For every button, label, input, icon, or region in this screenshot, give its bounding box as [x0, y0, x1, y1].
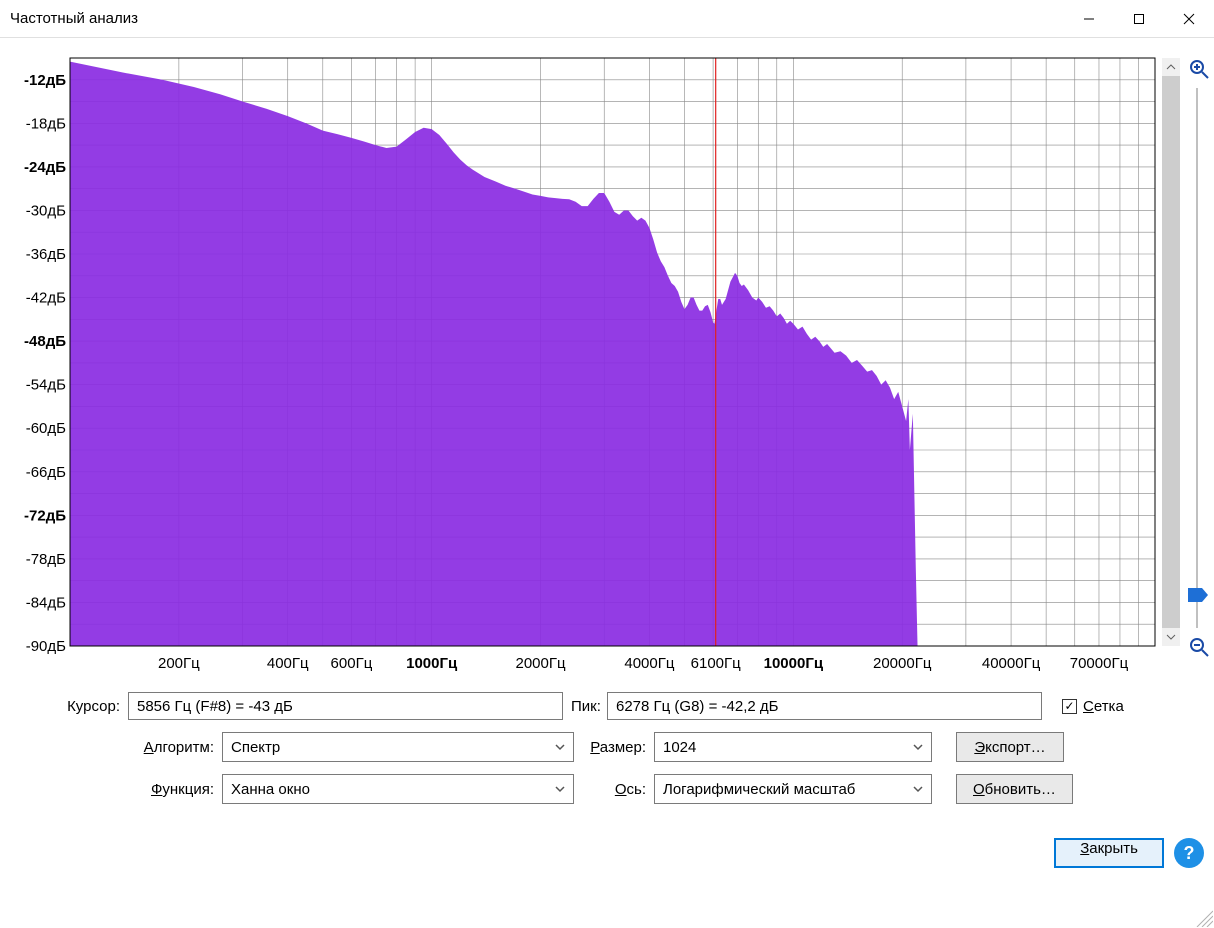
function-select[interactable]: Ханна окно [222, 774, 574, 804]
chevron-down-icon [911, 782, 925, 796]
chevron-down-icon [553, 740, 567, 754]
algorithm-row: Алгоритм: Спектр Размер: 1024 Экспорт… [10, 732, 1204, 762]
svg-text:-42дБ: -42дБ [26, 290, 66, 307]
peak-readout: 6278 Гц (G8) = -42,2 дБ [607, 692, 1042, 720]
svg-text:-72дБ: -72дБ [24, 507, 66, 524]
svg-text:6100Гц: 6100Гц [691, 655, 741, 672]
svg-text:-66дБ: -66дБ [26, 464, 66, 481]
dialog-buttons: Закрыть ? [10, 834, 1204, 872]
resize-grip-icon[interactable] [1193, 907, 1213, 927]
svg-text:-36дБ: -36дБ [26, 246, 66, 263]
export-button[interactable]: Экспорт… [956, 732, 1064, 762]
svg-text:-18дБ: -18дБ [26, 115, 66, 132]
axis-value: Логарифмический масштаб [663, 781, 855, 798]
svg-text:2000Гц: 2000Гц [515, 655, 565, 672]
svg-text:10000Гц: 10000Гц [764, 655, 824, 672]
algorithm-label: Алгоритм: [10, 739, 222, 756]
zoom-slider[interactable] [1186, 58, 1210, 658]
svg-text:4000Гц: 4000Гц [624, 655, 674, 672]
help-button[interactable]: ? [1174, 838, 1204, 868]
close-button[interactable]: Закрыть [1054, 838, 1164, 868]
chevron-down-icon [911, 740, 925, 754]
chevron-down-icon [553, 782, 567, 796]
refresh-button[interactable]: Обновить… [956, 774, 1073, 804]
peak-label: Пик: [563, 698, 607, 715]
window-title: Частотный анализ [10, 10, 138, 27]
axis-select[interactable]: Логарифмический масштаб [654, 774, 932, 804]
svg-text:-12дБ: -12дБ [24, 72, 66, 89]
minimize-button[interactable] [1064, 0, 1114, 38]
svg-text:-48дБ: -48дБ [24, 333, 66, 350]
zoom-rail[interactable] [1196, 88, 1198, 628]
svg-text:-54дБ: -54дБ [26, 377, 66, 394]
svg-text:40000Гц: 40000Гц [982, 655, 1041, 672]
window-controls [1064, 0, 1214, 38]
zoom-in-icon[interactable] [1188, 58, 1210, 80]
zoom-out-icon[interactable] [1188, 636, 1210, 658]
titlebar: Частотный анализ [0, 0, 1214, 38]
svg-text:400Гц: 400Гц [267, 655, 309, 672]
svg-text:20000Гц: 20000Гц [873, 655, 932, 672]
size-value: 1024 [663, 739, 696, 756]
function-label: Функция: [10, 781, 222, 798]
svg-text:-90дБ: -90дБ [26, 638, 66, 655]
svg-text:1000Гц: 1000Гц [406, 655, 458, 672]
size-label: Размер: [574, 739, 654, 756]
maximize-icon [1133, 13, 1145, 25]
algorithm-select[interactable]: Спектр [222, 732, 574, 762]
scroll-up-icon[interactable] [1162, 58, 1180, 76]
controls-panel: Курсор: 5856 Гц (F#8) = -43 дБ Пик: 6278… [10, 692, 1204, 816]
function-row: Функция: Ханна окно Ось: Логарифмический… [10, 774, 1204, 804]
readout-row: Курсор: 5856 Гц (F#8) = -43 дБ Пик: 6278… [10, 692, 1204, 720]
zoom-slider-thumb[interactable] [1188, 588, 1208, 602]
grid-checkbox[interactable]: ✓ Сетка [1062, 698, 1124, 715]
cursor-label: Курсор: [10, 698, 128, 715]
close-icon [1183, 13, 1195, 25]
size-select[interactable]: 1024 [654, 732, 932, 762]
axis-label: Ось: [574, 781, 654, 798]
close-window-button[interactable] [1164, 0, 1214, 38]
maximize-button[interactable] [1114, 0, 1164, 38]
chart-area: -12дБ -18дБ -24дБ -30дБ -36дБ -42дБ -48дБ -54дБ… [10, 48, 1200, 688]
svg-text:-78дБ: -78дБ [26, 551, 66, 568]
grid-label: Сетка [1083, 698, 1124, 715]
svg-text:-84дБ: -84дБ [26, 594, 66, 611]
svg-text:-30дБ: -30дБ [26, 202, 66, 219]
help-icon: ? [1184, 843, 1195, 864]
svg-text:200Гц: 200Гц [158, 655, 200, 672]
algorithm-value: Спектр [231, 739, 280, 756]
spectrum-plot[interactable]: -12дБ -18дБ -24дБ -30дБ -36дБ -42дБ -48дБ -54дБ… [10, 48, 1162, 678]
function-value: Ханна окно [231, 781, 310, 798]
cursor-readout: 5856 Гц (F#8) = -43 дБ [128, 692, 563, 720]
minimize-icon [1083, 13, 1095, 25]
svg-text:-60дБ: -60дБ [26, 420, 66, 437]
svg-text:70000Гц: 70000Гц [1070, 655, 1129, 672]
checkbox-icon: ✓ [1062, 699, 1077, 714]
vertical-scrollbar[interactable] [1162, 58, 1180, 646]
svg-text:-24дБ: -24дБ [24, 159, 66, 176]
svg-text:600Гц: 600Гц [331, 655, 373, 672]
scroll-down-icon[interactable] [1162, 628, 1180, 646]
scrollbar-thumb[interactable] [1162, 76, 1180, 628]
